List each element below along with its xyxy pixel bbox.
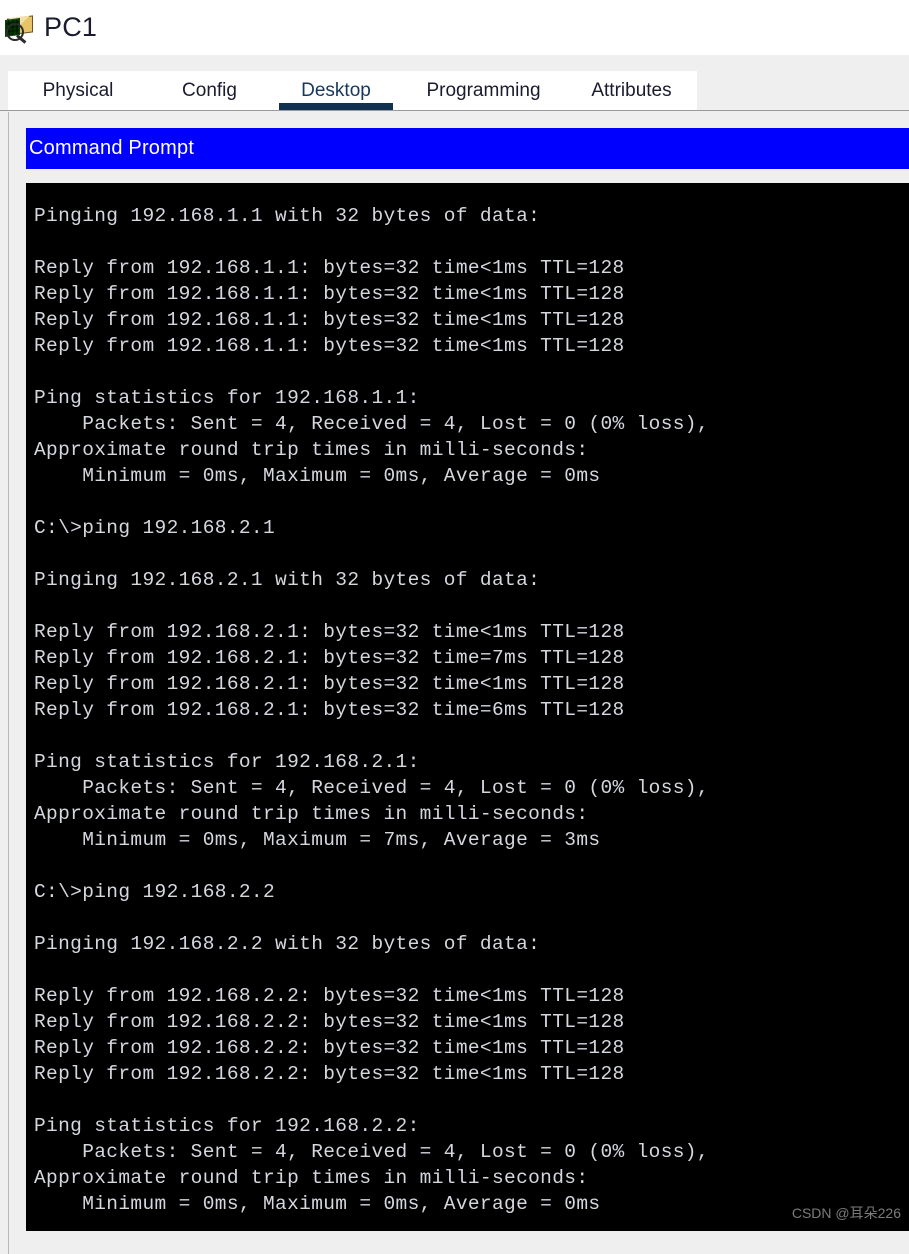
watermark-label: CSDN @耳朵226: [791, 1205, 901, 1221]
tabstrip: Physical Config Desktop Programming Attr…: [8, 71, 697, 110]
titlebar-terminal-gap: [26, 169, 909, 183]
desktop-panel: Command Prompt Pinging 192.168.1.1 with …: [0, 110, 909, 1254]
window-title: PC1: [44, 12, 98, 42]
window-titlebar: PC1: [0, 0, 909, 55]
tabstrip-container: Physical Config Desktop Programming Attr…: [0, 55, 909, 110]
tab-attributes[interactable]: Attributes: [566, 71, 697, 110]
command-prompt-title: Command Prompt: [29, 137, 195, 159]
panel-inner: Command Prompt Pinging 192.168.1.1 with …: [8, 112, 909, 1254]
tab-desktop[interactable]: Desktop: [271, 71, 401, 110]
inspect-envelope-icon: [4, 11, 38, 45]
tab-config[interactable]: Config: [148, 71, 271, 110]
command-prompt-titlebar: Command Prompt: [26, 128, 909, 169]
terminal-output-text: Pinging 192.168.1.1 with 32 bytes of dat…: [34, 205, 709, 1215]
tab-programming[interactable]: Programming: [401, 71, 566, 110]
terminal-output-area[interactable]: Pinging 192.168.1.1 with 32 bytes of dat…: [26, 183, 909, 1231]
command-prompt-window: Command Prompt Pinging 192.168.1.1 with …: [26, 128, 909, 1254]
tab-physical[interactable]: Physical: [8, 71, 148, 110]
